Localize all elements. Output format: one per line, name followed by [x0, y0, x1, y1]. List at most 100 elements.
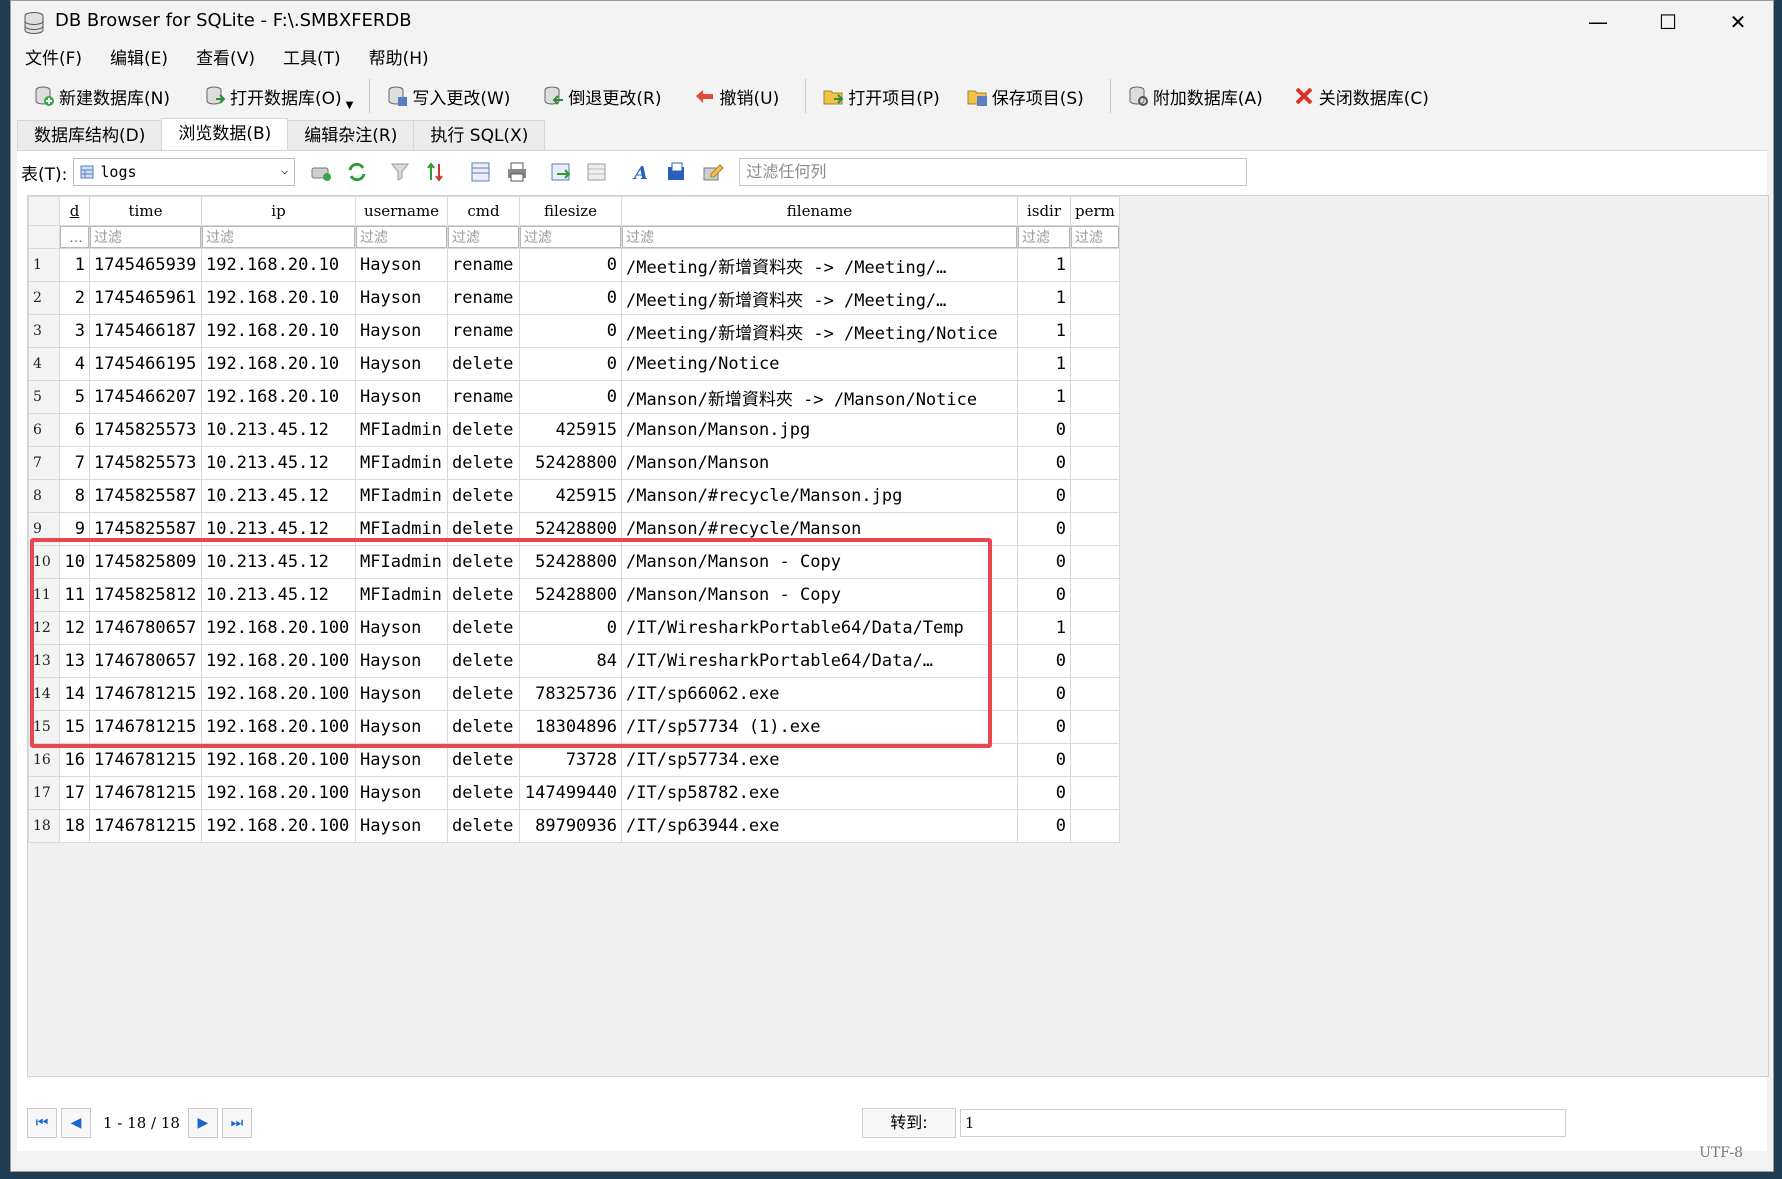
table-cell[interactable]: /IT/sp63944.exe: [621, 809, 1018, 843]
table-row[interactable]: 5 5 1745466207 192.168.20.10 Hayson rename 0/M…: [28, 380, 1120, 414]
filter-input[interactable]: 过滤: [201, 225, 356, 249]
table-cell[interactable]: 18: [59, 809, 90, 843]
table-cell[interactable]: /Meeting/新增資料夾 -> /Meeting/Notice: [621, 314, 1018, 348]
row-number[interactable]: 6: [28, 413, 60, 447]
table-cell[interactable]: 6: [59, 413, 90, 447]
table-cell[interactable]: /Manson/新增資料夾 -> /Manson/Notice: [621, 380, 1018, 414]
table-row[interactable]: 7 7 1745825573 10.213.45.12 MFIadmin delete 52…: [28, 446, 1120, 480]
table-cell[interactable]: delete: [447, 743, 520, 777]
table-cell[interactable]: [1070, 545, 1120, 579]
table-cell[interactable]: 192.168.20.10: [201, 380, 356, 414]
write-changes-button[interactable]: 写入更改(W): [376, 77, 520, 115]
table-cell[interactable]: 0: [1017, 512, 1071, 546]
table-cell[interactable]: [1070, 644, 1120, 678]
row-number[interactable]: 18: [28, 809, 60, 843]
table-cell[interactable]: /Meeting/新增資料夾 -> /Meeting/…: [621, 248, 1018, 282]
sort-icon[interactable]: [425, 160, 449, 184]
table-cell[interactable]: delete: [447, 413, 520, 447]
table-select[interactable]: logs ⌵: [73, 158, 296, 186]
table-cell[interactable]: [1070, 347, 1120, 381]
new-db-button[interactable]: 新建数据库(N): [23, 77, 180, 115]
column-header[interactable]: ip: [201, 196, 356, 226]
table-cell[interactable]: 192.168.20.10: [201, 314, 356, 348]
save-results-icon[interactable]: [549, 160, 573, 184]
save-project-button[interactable]: 保存项目(S): [956, 77, 1094, 115]
table-cell[interactable]: 16: [59, 743, 90, 777]
table-cell[interactable]: [1070, 710, 1120, 744]
filter-input[interactable]: 过滤: [447, 225, 520, 249]
table-cell[interactable]: [1070, 809, 1120, 843]
table-cell[interactable]: /IT/sp58782.exe: [621, 776, 1018, 810]
table-cell[interactable]: 89790936: [519, 809, 622, 843]
table-cell[interactable]: MFIadmin: [355, 413, 448, 447]
table-cell[interactable]: 1: [1017, 611, 1071, 645]
table-cell[interactable]: Hayson: [355, 809, 448, 843]
table-cell[interactable]: Hayson: [355, 743, 448, 777]
filter-all-columns-input[interactable]: 过滤任何列: [739, 158, 1248, 186]
table-cell[interactable]: 52428800: [519, 446, 622, 480]
row-number[interactable]: 2: [28, 281, 60, 315]
table-cell[interactable]: 1745825573: [89, 446, 202, 480]
table-cell[interactable]: 0: [519, 314, 622, 348]
table-cell[interactable]: 192.168.20.10: [201, 248, 356, 282]
clear-filter-icon[interactable]: [389, 160, 413, 184]
table-cell[interactable]: 0: [519, 248, 622, 282]
table-cell[interactable]: 0: [519, 380, 622, 414]
filter-input[interactable]: 过滤: [1070, 225, 1120, 249]
column-header[interactable]: time: [89, 196, 202, 226]
delete-record-icon[interactable]: [585, 160, 609, 184]
table-cell[interactable]: 10.213.45.12: [201, 413, 356, 447]
table-cell[interactable]: 4: [59, 347, 90, 381]
maximize-button[interactable]: ☐: [1633, 1, 1703, 43]
column-header[interactable]: isdir: [1017, 196, 1071, 226]
row-number[interactable]: 5: [28, 380, 60, 414]
dropdown-arrow-icon[interactable]: ▼: [346, 100, 354, 111]
row-number[interactable]: 3: [28, 314, 60, 348]
print-icon[interactable]: [505, 160, 529, 184]
filter-input[interactable]: 过滤: [89, 225, 202, 249]
table-cell[interactable]: [1070, 380, 1120, 414]
table-cell[interactable]: 1745465961: [89, 281, 202, 315]
table-cell[interactable]: [1070, 677, 1120, 711]
row-number[interactable]: 16: [28, 743, 60, 777]
table-cell[interactable]: 0: [519, 347, 622, 381]
filter-input[interactable]: …: [59, 225, 90, 249]
table-cell[interactable]: [1070, 314, 1120, 348]
close-window-button[interactable]: ✕: [1703, 1, 1773, 43]
close-db-button[interactable]: 关闭数据库(C): [1283, 77, 1439, 115]
table-cell[interactable]: Hayson: [355, 314, 448, 348]
table-cell[interactable]: 1745466195: [89, 347, 202, 381]
open-project-button[interactable]: 打开项目(P): [812, 77, 950, 115]
table-row[interactable]: 6 6 1745825573 10.213.45.12 MFIadmin delete 42…: [28, 413, 1120, 447]
table-cell[interactable]: [1070, 479, 1120, 513]
table-cell[interactable]: [1070, 446, 1120, 480]
table-cell[interactable]: 17: [59, 776, 90, 810]
filter-input[interactable]: 过滤: [1017, 225, 1071, 249]
table-cell[interactable]: /Manson/Manson: [621, 446, 1018, 480]
table-cell[interactable]: /Meeting/Notice: [621, 347, 1018, 381]
table-cell[interactable]: 0: [1017, 545, 1071, 579]
row-number[interactable]: 4: [28, 347, 60, 381]
table-cell[interactable]: delete: [447, 479, 520, 513]
table-cell[interactable]: 192.168.20.10: [201, 281, 356, 315]
table-cell[interactable]: 192.168.20.100: [201, 809, 356, 843]
tab-db-structure[interactable]: 数据库结构(D): [17, 120, 163, 151]
filter-input[interactable]: 过滤: [355, 225, 448, 249]
tab-edit-pragmas[interactable]: 编辑杂注(R): [287, 120, 415, 151]
column-header[interactable]: filename: [621, 196, 1018, 226]
table-cell[interactable]: 1746781215: [89, 809, 202, 843]
last-page-button[interactable]: ⏭: [221, 1108, 252, 1138]
column-header[interactable]: filesize: [519, 196, 622, 226]
table-cell[interactable]: 1745825587: [89, 479, 202, 513]
table-cell[interactable]: Hayson: [355, 347, 448, 381]
table-cell[interactable]: 425915: [519, 413, 622, 447]
table-cell[interactable]: Hayson: [355, 281, 448, 315]
table-cell[interactable]: Hayson: [355, 776, 448, 810]
menu-view[interactable]: 查看(V): [182, 45, 269, 73]
edit-cell-icon[interactable]: [701, 160, 725, 184]
table-row[interactable]: 3 3 1745466187 192.168.20.10 Hayson rename 0/M…: [28, 314, 1120, 348]
font-icon[interactable]: A: [629, 160, 653, 184]
table-cell[interactable]: 1: [1017, 380, 1071, 414]
table-cell[interactable]: /Manson/Manson.jpg: [621, 413, 1018, 447]
table-cell[interactable]: 0: [1017, 677, 1071, 711]
